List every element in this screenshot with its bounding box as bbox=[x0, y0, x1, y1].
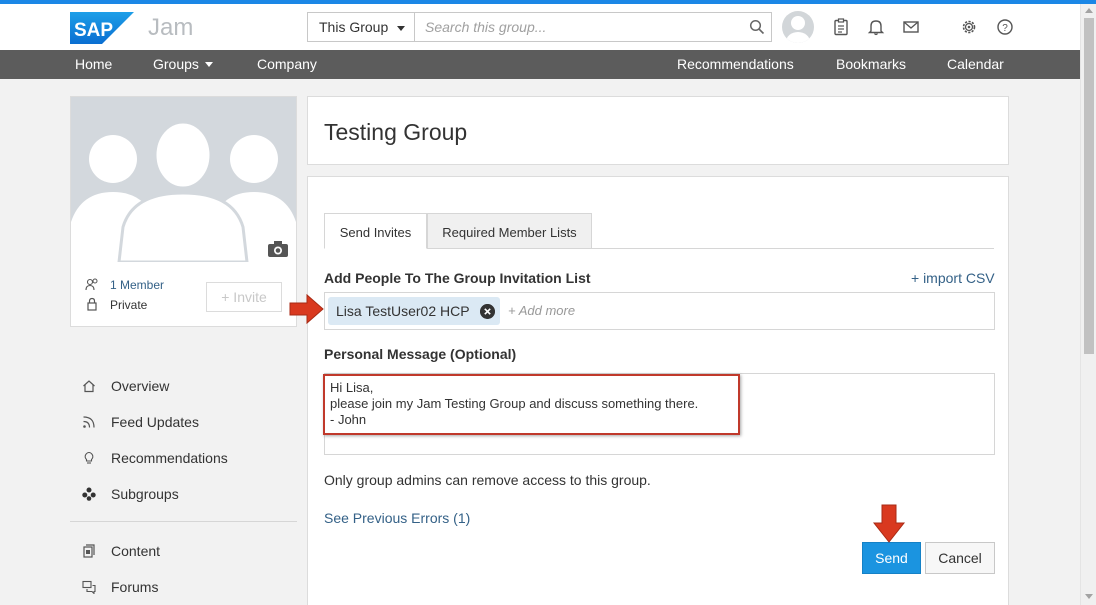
sidebar-item-label: Subgroups bbox=[111, 486, 179, 502]
nav-groups-label: Groups bbox=[153, 56, 199, 72]
search-scope-select[interactable]: This Group bbox=[307, 12, 414, 42]
subgroups-icon bbox=[82, 487, 96, 501]
sidebar-item-feed-updates[interactable]: Feed Updates bbox=[70, 413, 297, 437]
sidebar-item-content[interactable]: Content bbox=[70, 542, 297, 566]
sidebar-divider bbox=[70, 521, 297, 522]
user-avatar[interactable] bbox=[782, 11, 814, 43]
scroll-down-arrow-icon[interactable] bbox=[1085, 594, 1093, 599]
page-title: Testing Group bbox=[324, 119, 468, 145]
scroll-thumb[interactable] bbox=[1084, 18, 1094, 354]
sidebar-item-label: Recommendations bbox=[111, 450, 228, 466]
sidebar-item-label: Feed Updates bbox=[111, 414, 199, 430]
invite-list-label: Add People To The Group Invitation List bbox=[324, 270, 591, 286]
admin-info-text: Only group admins can remove access to t… bbox=[324, 472, 651, 488]
nav-company[interactable]: Company bbox=[257, 56, 317, 72]
member-count-row: 1 Member bbox=[85, 277, 164, 292]
search-icon[interactable] bbox=[749, 19, 765, 35]
privacy-label: Private bbox=[110, 298, 148, 312]
import-csv-link[interactable]: + import CSV bbox=[911, 270, 995, 286]
member-count-link[interactable]: 1 Member bbox=[110, 278, 164, 292]
sidebar-item-subgroups[interactable]: Subgroups bbox=[70, 485, 297, 509]
sidebar-item-label: Content bbox=[111, 543, 161, 559]
sap-logo[interactable]: SAP bbox=[70, 12, 134, 44]
send-button[interactable]: Send bbox=[862, 542, 921, 574]
sidebar-item-forums[interactable]: Forums bbox=[70, 578, 297, 602]
remove-invitee-icon[interactable] bbox=[480, 304, 495, 319]
group-card: 1 Member Private + Invite bbox=[70, 96, 297, 327]
personal-message-label: Personal Message (Optional) bbox=[324, 346, 517, 362]
lock-icon bbox=[87, 297, 97, 311]
previous-errors-link[interactable]: See Previous Errors (1) bbox=[324, 510, 470, 526]
nav-recommendations[interactable]: Recommendations bbox=[677, 56, 794, 72]
message-highlight-annotation bbox=[323, 374, 740, 435]
svg-text:SAP: SAP bbox=[74, 20, 113, 41]
tab-required-member-lists[interactable]: Required Member Lists bbox=[427, 213, 592, 249]
members-icon bbox=[85, 278, 98, 291]
help-icon[interactable]: ? bbox=[996, 18, 1014, 36]
tab-send-invites[interactable]: Send Invites bbox=[324, 213, 427, 249]
app-name: Jam bbox=[148, 14, 194, 41]
forums-icon bbox=[82, 580, 96, 594]
annotation-arrow-down-icon bbox=[872, 504, 906, 543]
sidebar-item-label: Overview bbox=[111, 378, 170, 394]
gear-icon[interactable] bbox=[960, 18, 978, 36]
home-icon bbox=[83, 380, 95, 393]
annotation-arrow-right-icon bbox=[289, 293, 324, 325]
add-more-input[interactable]: + Add more bbox=[508, 303, 575, 318]
chevron-down-icon bbox=[397, 26, 405, 31]
invitee-name: Lisa TestUser02 HCP bbox=[336, 303, 470, 319]
privacy-row: Private bbox=[85, 297, 147, 312]
main-nav-bar: Home Groups Company Recommendations Book… bbox=[0, 50, 1080, 79]
svg-text:?: ? bbox=[1002, 23, 1008, 34]
search-box[interactable] bbox=[414, 12, 772, 42]
header-bar: SAP Jam This Group Search this group... … bbox=[0, 4, 1080, 50]
tasks-clipboard-icon[interactable] bbox=[832, 18, 850, 36]
sidebar-item-recommendations[interactable]: Recommendations bbox=[70, 449, 297, 473]
sidebar-item-overview[interactable]: Overview bbox=[70, 377, 297, 401]
rss-icon bbox=[83, 416, 95, 428]
scroll-up-arrow-icon[interactable] bbox=[1085, 8, 1093, 13]
group-title-panel: Testing Group bbox=[307, 96, 1009, 165]
nav-calendar[interactable]: Calendar bbox=[947, 56, 1004, 72]
bell-icon[interactable] bbox=[867, 18, 885, 36]
person-silhouette-icon bbox=[786, 16, 810, 43]
cancel-button[interactable]: Cancel bbox=[925, 542, 995, 574]
group-photo[interactable] bbox=[71, 97, 296, 262]
invitee-token[interactable]: Lisa TestUser02 HCP bbox=[328, 297, 500, 325]
chevron-down-icon bbox=[204, 62, 213, 67]
lightbulb-icon bbox=[84, 451, 94, 464]
camera-icon[interactable] bbox=[262, 236, 294, 262]
mail-icon[interactable] bbox=[902, 18, 920, 36]
nav-bookmarks[interactable]: Bookmarks bbox=[836, 56, 906, 72]
search-scope-label: This Group bbox=[319, 19, 389, 35]
invite-button[interactable]: + Invite bbox=[206, 282, 282, 312]
content-icon bbox=[83, 544, 95, 558]
nav-groups[interactable]: Groups bbox=[153, 56, 213, 72]
invitee-field[interactable]: Lisa TestUser02 HCP + Add more bbox=[324, 292, 995, 330]
nav-home[interactable]: Home bbox=[75, 56, 112, 72]
page-scrollbar[interactable] bbox=[1080, 4, 1096, 605]
search-input[interactable] bbox=[425, 19, 735, 35]
sidebar-item-label: Forums bbox=[111, 579, 159, 595]
